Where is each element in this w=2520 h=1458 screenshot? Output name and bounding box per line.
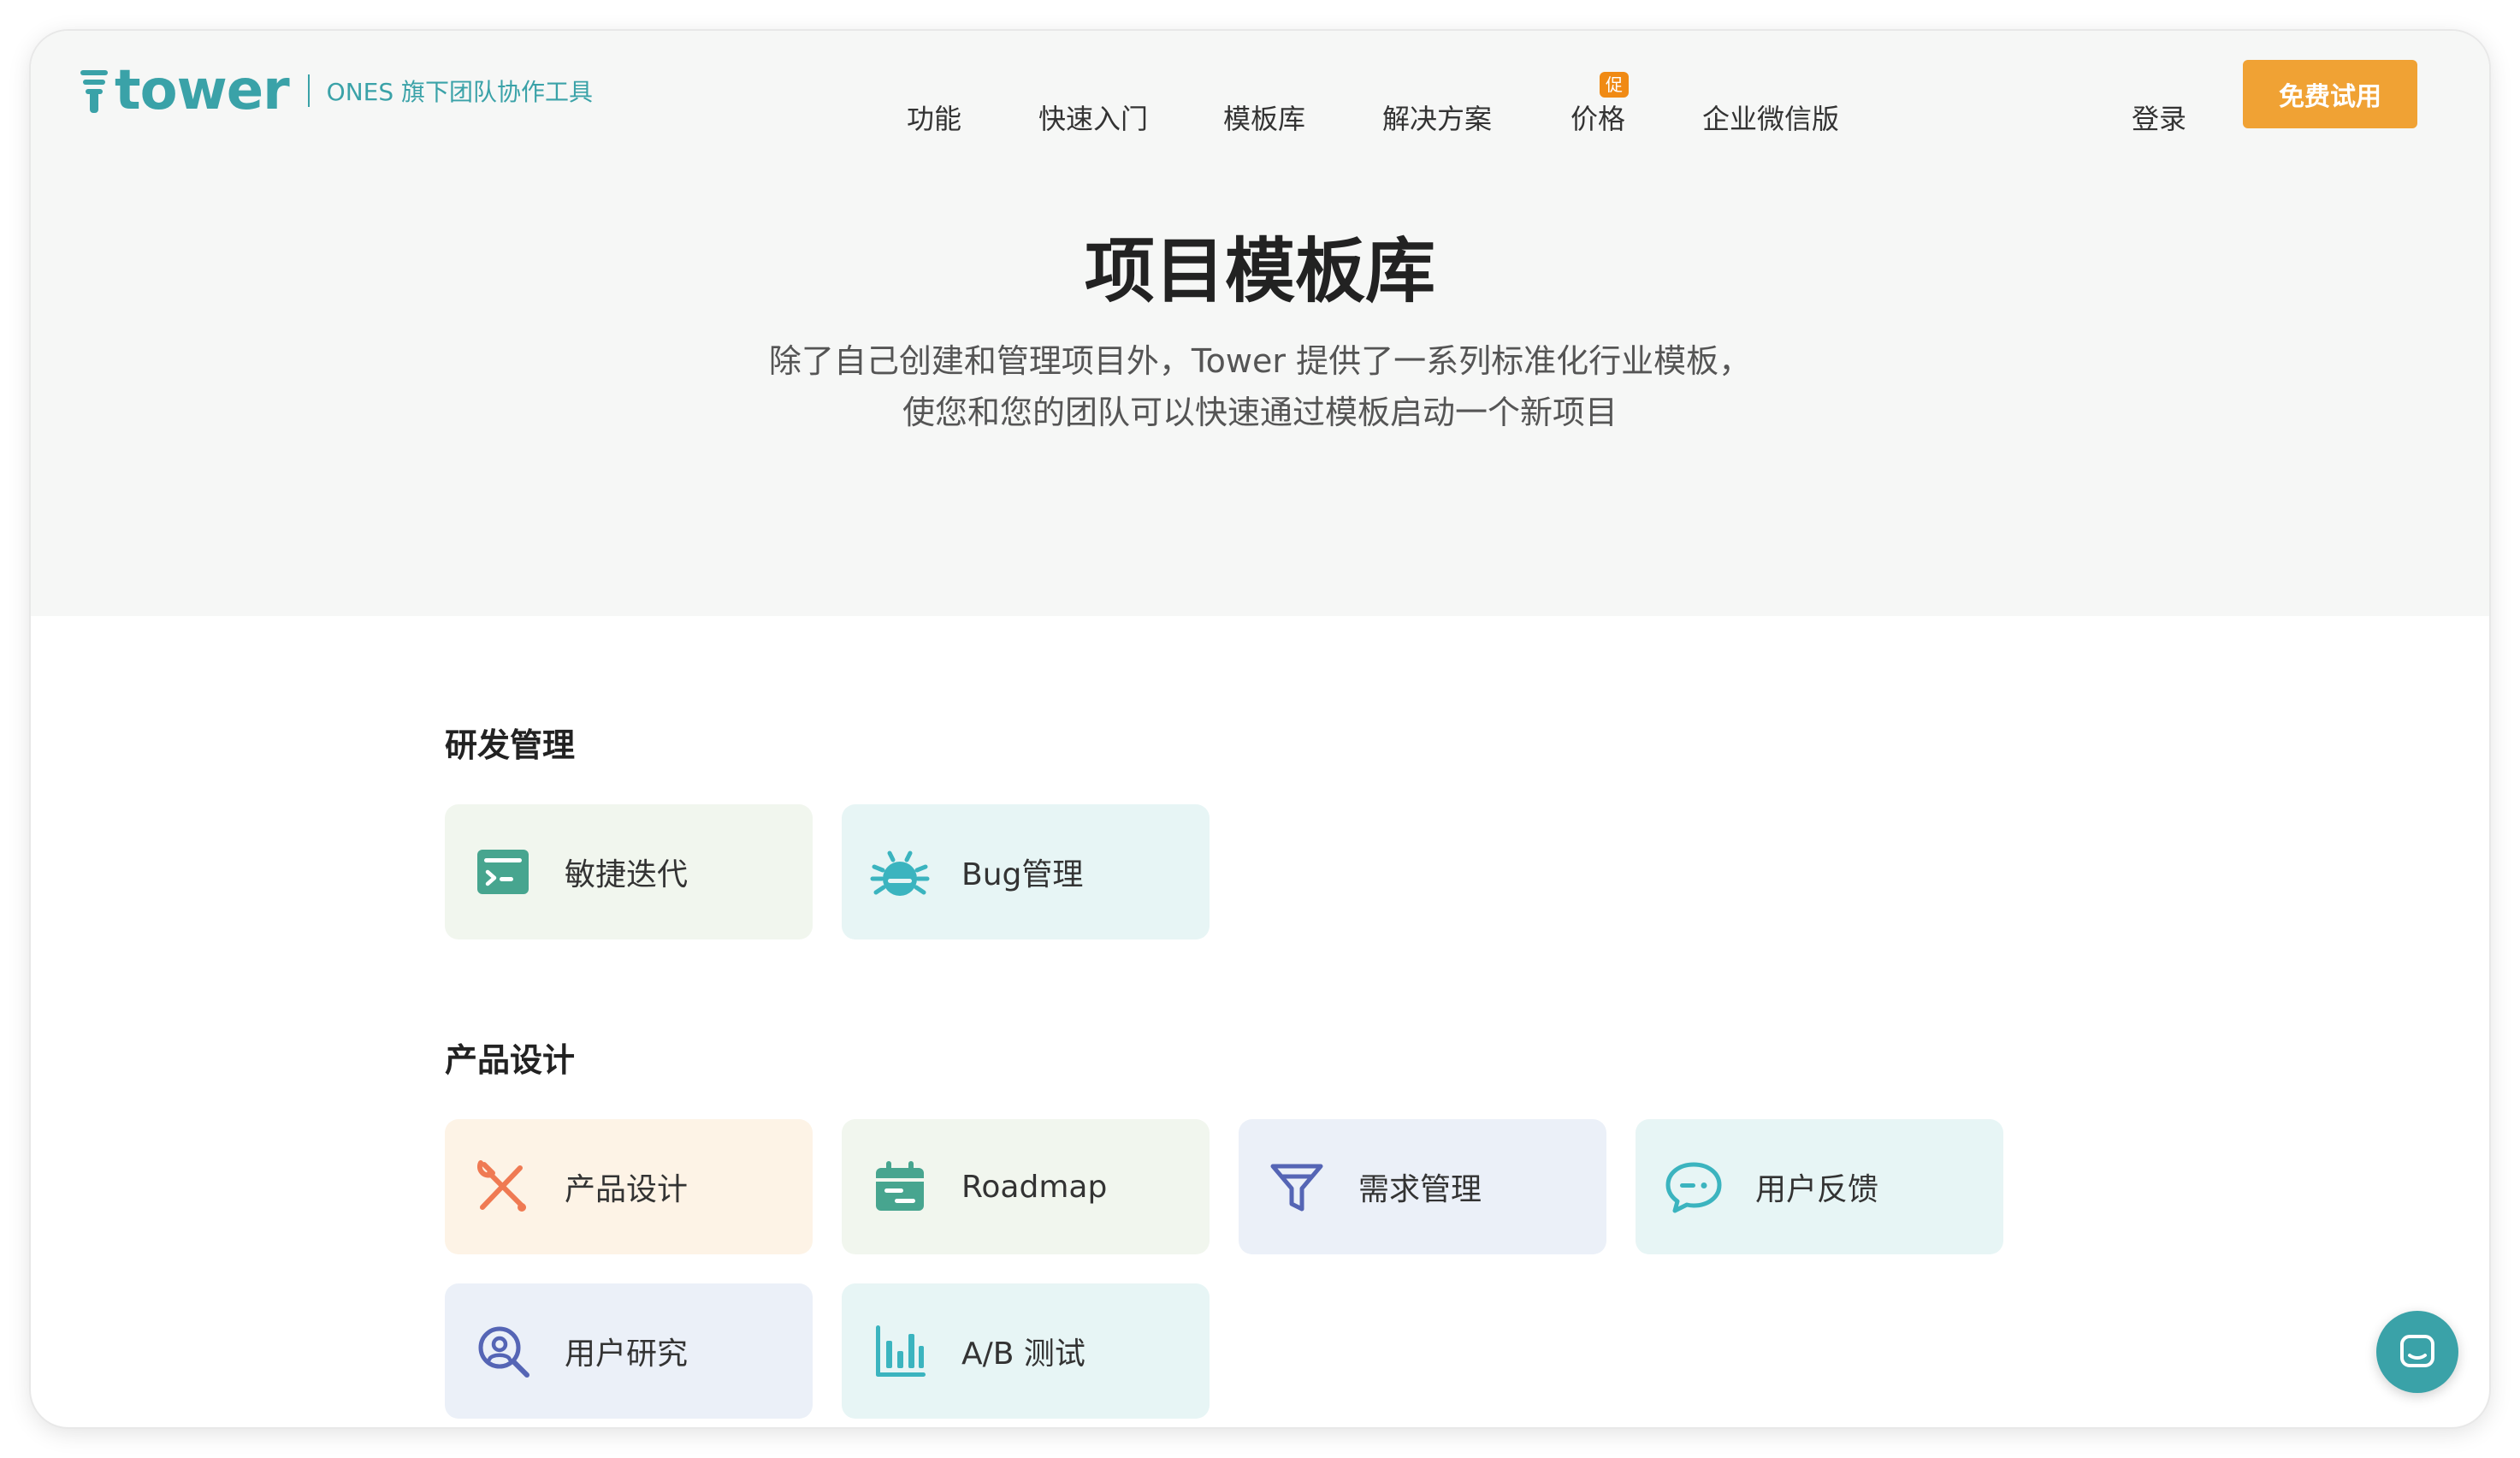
template-card-ab-test[interactable]: A/B 测试 <box>842 1283 1210 1419</box>
bug-icon <box>870 850 930 896</box>
page-description: 除了自己创建和管理项目外，Tower 提供了一系列标准化行业模板， 使您和您的团… <box>31 335 2489 438</box>
page-title: 项目模板库 <box>1084 231 1435 312</box>
browser-window: tower ONES 旗下团队协作工具 功能 快速入门 模板库 解决方案 价格 … <box>31 31 2489 1427</box>
free-trial-button[interactable]: 免费试用 <box>2243 60 2417 128</box>
template-card-label: 需求管理 <box>1358 1172 1482 1207</box>
design-tools-icon <box>476 1160 526 1212</box>
template-card-agile[interactable]: 敏捷迭代 <box>445 804 813 939</box>
support-chat-button[interactable] <box>2376 1311 2458 1393</box>
description-line-1: 除了自己创建和管理项目外，Tower 提供了一系列标准化行业模板， <box>768 342 1752 380</box>
nav-pricing[interactable]: 价格 <box>1571 98 1625 137</box>
section-title-rd: 研发管理 <box>445 726 576 764</box>
section-title-product: 产品设计 <box>445 1041 576 1079</box>
template-card-feedback[interactable]: 用户反馈 <box>1636 1119 2003 1254</box>
nav-quick-start[interactable]: 快速入门 <box>1038 98 1148 137</box>
bar-chart-icon <box>876 1325 926 1377</box>
template-card-label: 敏捷迭代 <box>565 857 689 892</box>
nav-templates[interactable]: 模板库 <box>1223 98 1305 137</box>
nav-features[interactable]: 功能 <box>907 98 961 137</box>
template-card-roadmap[interactable]: Roadmap <box>842 1119 1210 1254</box>
hero-section: tower ONES 旗下团队协作工具 功能 快速入门 模板库 解决方案 价格 … <box>31 31 2489 616</box>
logo-divider <box>307 74 310 107</box>
template-card-label: Roadmap <box>961 1169 1108 1205</box>
template-card-label: A/B 测试 <box>961 1336 1085 1372</box>
logo-wordmark: tower <box>115 59 290 122</box>
promo-badge: 促 <box>1600 72 1629 98</box>
template-card-product-design[interactable]: 产品设计 <box>445 1119 813 1254</box>
login-link[interactable]: 登录 <box>2132 98 2186 137</box>
calendar-icon <box>876 1161 924 1211</box>
template-card-label: Bug管理 <box>961 857 1084 892</box>
terminal-icon <box>477 850 529 894</box>
user-search-icon <box>478 1326 529 1378</box>
description-line-2: 使您和您的团队可以快速通过模板启动一个新项目 <box>902 394 1618 431</box>
chat-bubble-icon <box>1665 1162 1722 1213</box>
tower-logo[interactable]: tower ONES 旗下团队协作工具 <box>79 63 593 118</box>
chat-icon <box>2400 1335 2434 1367</box>
template-card-label: 用户反馈 <box>1755 1172 1879 1207</box>
nav-solutions[interactable]: 解决方案 <box>1382 98 1492 137</box>
template-card-label: 用户研究 <box>565 1336 689 1372</box>
tower-logo-icon <box>80 70 108 113</box>
template-card-label: 产品设计 <box>565 1172 689 1207</box>
template-card-bug[interactable]: Bug管理 <box>842 804 1210 939</box>
logo-subtitle: ONES 旗下团队协作工具 <box>326 78 594 106</box>
template-card-user-research[interactable]: 用户研究 <box>445 1283 813 1419</box>
nav-wecom[interactable]: 企业微信版 <box>1702 98 1839 137</box>
funnel-icon <box>1270 1164 1323 1212</box>
template-card-requirements[interactable]: 需求管理 <box>1239 1119 1606 1254</box>
